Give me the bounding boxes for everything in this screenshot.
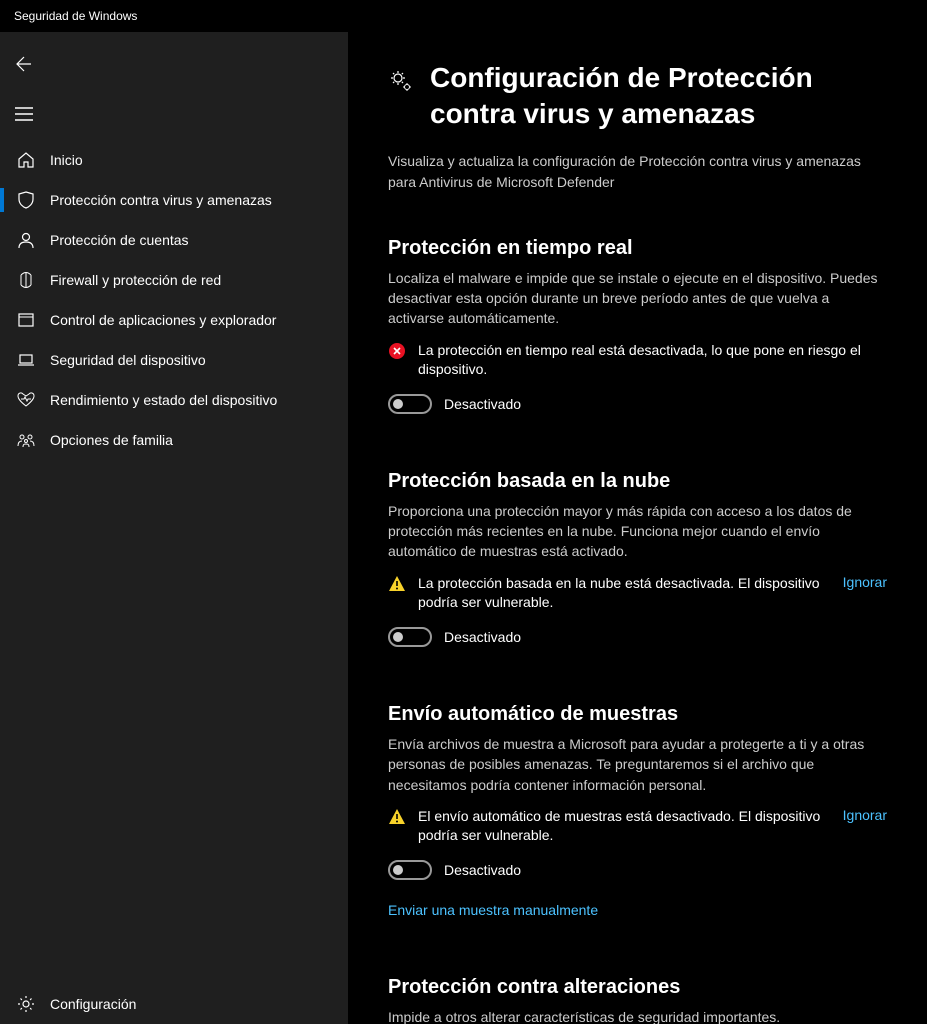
home-icon bbox=[16, 151, 36, 169]
section-tamper: Protección contra alteraciones Impide a … bbox=[388, 976, 887, 1024]
back-button[interactable] bbox=[0, 44, 48, 84]
nav-label: Configuración bbox=[50, 996, 136, 1012]
nav-item-firewall[interactable]: Firewall y protección de red bbox=[0, 260, 348, 300]
page-title: Configuración de Protección contra virus… bbox=[430, 60, 887, 133]
main-content: Configuración de Protección contra virus… bbox=[348, 32, 927, 1024]
app-browser-icon bbox=[16, 311, 36, 329]
nav-item-accounts[interactable]: Protección de cuentas bbox=[0, 220, 348, 260]
nav-item-appcontrol[interactable]: Control de aplicaciones y explorador bbox=[0, 300, 348, 340]
warning-icon bbox=[388, 808, 406, 826]
heart-pulse-icon bbox=[16, 391, 36, 409]
sidebar: Inicio Protección contra virus y amenaza… bbox=[0, 32, 348, 1024]
hamburger-button[interactable] bbox=[0, 94, 48, 134]
laptop-icon bbox=[16, 351, 36, 369]
warning-icon bbox=[388, 575, 406, 593]
page-description: Visualiza y actualiza la configuración d… bbox=[388, 151, 887, 193]
nav-label: Protección contra virus y amenazas bbox=[50, 192, 272, 208]
nav-item-family[interactable]: Opciones de familia bbox=[0, 420, 348, 460]
shield-icon bbox=[16, 191, 36, 209]
nav-label: Control de aplicaciones y explorador bbox=[50, 312, 276, 328]
toggle-label: Desactivado bbox=[444, 862, 521, 878]
status-text: La protección basada en la nube está des… bbox=[418, 574, 823, 613]
toggle-label: Desactivado bbox=[444, 396, 521, 412]
nav-label: Firewall y protección de red bbox=[50, 272, 221, 288]
settings-page-icon bbox=[388, 68, 416, 94]
section-description: Envía archivos de muestra a Microsoft pa… bbox=[388, 734, 887, 795]
nav-label: Opciones de familia bbox=[50, 432, 173, 448]
nav-label: Rendimiento y estado del dispositivo bbox=[50, 392, 277, 408]
section-samples: Envío automático de muestras Envía archi… bbox=[388, 703, 887, 920]
back-arrow-icon bbox=[16, 56, 32, 72]
network-icon bbox=[16, 271, 36, 289]
status-text: El envío automático de muestras está des… bbox=[418, 807, 823, 846]
gear-icon bbox=[16, 995, 36, 1013]
window-titlebar: Seguridad de Windows bbox=[0, 0, 927, 32]
nav-item-device-security[interactable]: Seguridad del dispositivo bbox=[0, 340, 348, 380]
section-description: Proporciona una protección mayor y más r… bbox=[388, 501, 887, 562]
section-cloud: Protección basada en la nube Proporciona… bbox=[388, 470, 887, 647]
toggle-label: Desactivado bbox=[444, 629, 521, 645]
dismiss-link[interactable]: Ignorar bbox=[843, 807, 887, 823]
section-title: Protección basada en la nube bbox=[388, 470, 887, 493]
section-title: Envío automático de muestras bbox=[388, 703, 887, 726]
nav-item-performance[interactable]: Rendimiento y estado del dispositivo bbox=[0, 380, 348, 420]
toggle-cloud[interactable] bbox=[388, 627, 432, 647]
nav-label: Seguridad del dispositivo bbox=[50, 352, 206, 368]
person-icon bbox=[16, 231, 36, 249]
section-title: Protección en tiempo real bbox=[388, 237, 887, 260]
nav-label: Protección de cuentas bbox=[50, 232, 189, 248]
section-description: Impide a otros alterar características d… bbox=[388, 1007, 887, 1024]
nav-list: Inicio Protección contra virus y amenaza… bbox=[0, 140, 348, 460]
dismiss-link[interactable]: Ignorar bbox=[843, 574, 887, 590]
hamburger-icon bbox=[15, 107, 33, 121]
section-realtime: Protección en tiempo real Localiza el ma… bbox=[388, 237, 887, 414]
toggle-realtime[interactable] bbox=[388, 394, 432, 414]
error-icon bbox=[388, 342, 406, 360]
family-icon bbox=[16, 431, 36, 449]
nav-item-inicio[interactable]: Inicio bbox=[0, 140, 348, 180]
section-title: Protección contra alteraciones bbox=[388, 976, 887, 999]
section-description: Localiza el malware e impide que se inst… bbox=[388, 268, 887, 329]
nav-item-virus[interactable]: Protección contra virus y amenazas bbox=[0, 180, 348, 220]
window-title: Seguridad de Windows bbox=[14, 9, 137, 23]
status-text: La protección en tiempo real está desact… bbox=[418, 341, 887, 380]
toggle-samples[interactable] bbox=[388, 860, 432, 880]
submit-sample-link[interactable]: Enviar una muestra manualmente bbox=[388, 902, 598, 918]
nav-label: Inicio bbox=[50, 152, 83, 168]
nav-item-settings[interactable]: Configuración bbox=[0, 984, 348, 1024]
